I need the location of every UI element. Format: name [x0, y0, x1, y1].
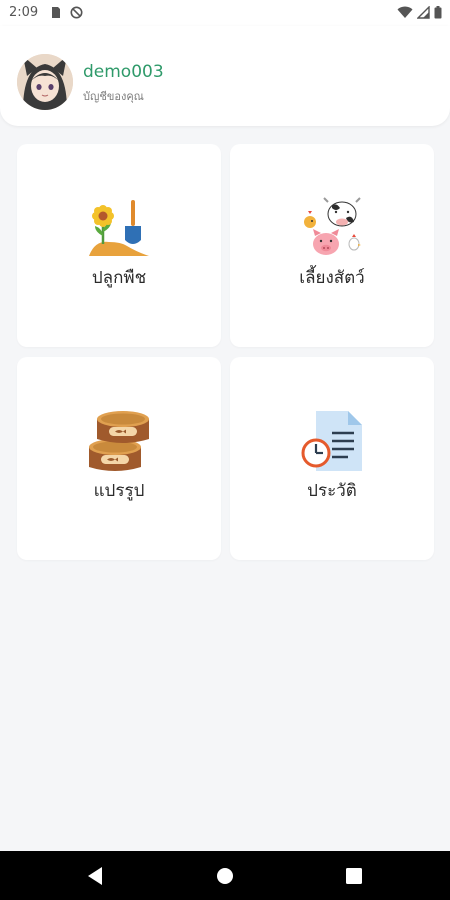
- battery-icon: [434, 6, 442, 19]
- no-entry-icon: [70, 6, 83, 19]
- status-right: [397, 6, 442, 19]
- farm-animals-icon: [304, 197, 361, 255]
- plant-sprout-icon: [89, 200, 149, 256]
- menu-tile-planting[interactable]: ปลูกพืช: [17, 144, 221, 347]
- menu-label: ประวัติ: [307, 481, 357, 501]
- menu-tile-livestock[interactable]: เลี้ยงสัตว์: [230, 144, 434, 347]
- history-document-icon: [301, 411, 362, 471]
- avatar-image: [17, 54, 73, 110]
- menu-label: แปรรูป: [93, 481, 145, 501]
- wifi-icon: [397, 6, 413, 18]
- home-icon[interactable]: [216, 867, 234, 885]
- cellular-signal-icon: [417, 6, 430, 19]
- username: demo003: [83, 62, 164, 82]
- menu-tile-history[interactable]: ประวัติ: [230, 357, 434, 560]
- menu-label: ปลูกพืช: [91, 268, 147, 288]
- back-icon[interactable]: [86, 866, 104, 886]
- status-time: 2:09: [9, 5, 39, 20]
- canned-food-icon: [89, 411, 149, 471]
- menu-label: เลี้ยงสัตว์: [299, 268, 365, 288]
- account-subtitle: บัญชีของคุณ: [83, 90, 144, 103]
- profile-card[interactable]: demo003 บัญชีของคุณ: [0, 26, 450, 126]
- status-bar: 2:09: [0, 0, 450, 26]
- sim-card-icon: [52, 7, 60, 18]
- system-nav-bar: [0, 851, 450, 900]
- avatar[interactable]: [17, 54, 73, 110]
- recent-apps-icon[interactable]: [346, 868, 362, 884]
- menu-tile-processing[interactable]: แปรรูป: [17, 357, 221, 560]
